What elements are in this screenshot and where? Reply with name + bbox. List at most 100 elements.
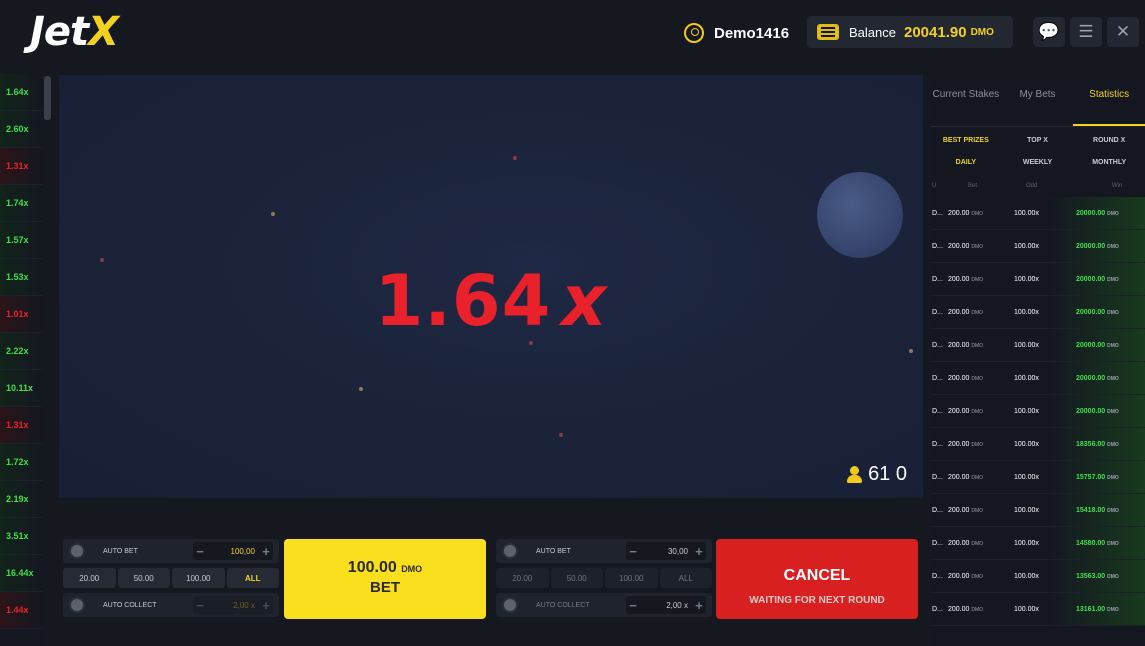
history-item[interactable]: 1.74x — [0, 185, 42, 222]
quick-amount-all-button[interactable]: ALL — [226, 568, 279, 588]
bet-amount-stepper[interactable]: − 100,00 + — [193, 542, 273, 560]
history-item[interactable]: 1.31x — [0, 407, 42, 444]
tab-my-bets[interactable]: My Bets — [1002, 74, 1074, 126]
table-header: U Bet Odd Win — [930, 175, 1145, 197]
plus-icon[interactable]: + — [259, 544, 273, 559]
table-row: D... 200.00 DMO 100.00x 15418.00 DMO — [930, 494, 1145, 527]
auto-collect-row: AUTO COLLECT − 2,00 x + — [63, 593, 279, 617]
period-tabs: DAILY WEEKLY MONTHLY — [930, 153, 1145, 173]
table-row: D... 200.00 DMO 100.00x 18356.00 DMO — [930, 428, 1145, 461]
auto-collect-stepper[interactable]: − 2,00 x + — [626, 596, 706, 614]
history-item[interactable]: 2.60x — [0, 111, 42, 148]
cell-currency: DMO — [1107, 375, 1119, 382]
cell-currency: DMO — [1107, 342, 1119, 349]
history-item[interactable]: 1.72x — [0, 444, 42, 481]
balance-currency: DMO — [970, 26, 994, 38]
history-item[interactable]: 1.44x — [0, 592, 42, 629]
cell-currency: DMO — [971, 507, 984, 514]
cell-odd: 100.00x — [1014, 506, 1039, 514]
user-info[interactable]: Demo1416 — [684, 21, 789, 45]
cell-currency: DMO — [971, 606, 984, 613]
auto-bet-toggle[interactable] — [502, 543, 518, 559]
quick-amount-button[interactable]: 20.00 — [63, 568, 116, 588]
minus-icon[interactable]: − — [626, 544, 640, 559]
period-weekly[interactable]: WEEKLY — [1002, 153, 1074, 173]
subtab-top-x[interactable]: TOP X — [1002, 131, 1074, 151]
plus-icon[interactable]: + — [692, 598, 706, 613]
cell-odd: 100.00x — [1014, 242, 1039, 250]
chat-button[interactable]: 💬 — [1033, 17, 1065, 47]
history-item[interactable]: 3.51x — [0, 518, 42, 555]
auto-collect-toggle[interactable] — [502, 597, 518, 613]
cell-currency: DMO — [1107, 507, 1119, 514]
history-item[interactable]: 1.64x — [0, 74, 42, 111]
quick-amounts: 20.00 50.00 100.00 ALL — [496, 568, 712, 588]
history-item[interactable]: 10.11x — [0, 370, 42, 407]
history-item[interactable]: 1.31x — [0, 148, 42, 185]
bet-amount-value[interactable]: 100,00 — [207, 547, 259, 556]
cell-win: 20000.00 DMO — [1068, 276, 1145, 283]
auto-bet-toggle[interactable] — [69, 543, 85, 559]
quick-amount-button[interactable]: 50.00 — [117, 568, 170, 588]
cell-odd: 100.00x — [1014, 275, 1039, 283]
cell-win: 18356.00 DMO — [1068, 441, 1145, 448]
cell-bet-value: 200.00 — [948, 242, 970, 250]
quick-amount-button[interactable]: 50.00 — [550, 568, 603, 588]
stats-table-body: D... 200.00 DMO 100.00x 20000.00 DMO D... 200… — [930, 197, 1145, 626]
table-row: D... 200.00 DMO 100.00x 15757.00 DMO — [930, 461, 1145, 494]
tab-statistics[interactable]: Statistics — [1073, 74, 1145, 126]
quick-amount-button[interactable]: 100.00 — [172, 568, 225, 588]
close-button[interactable]: ✕ — [1107, 17, 1139, 47]
auto-collect-toggle[interactable] — [69, 597, 85, 613]
history-item[interactable]: 2.19x — [0, 481, 42, 518]
quick-amount-button[interactable]: 20.00 — [496, 568, 549, 588]
cell-bet: 200.00 DMO — [948, 540, 1008, 547]
cell-bet: 200.00 DMO — [948, 441, 1008, 448]
bet-amount-value[interactable]: 30,00 — [640, 547, 692, 556]
bet-button[interactable]: 100.00 DMO BET — [284, 539, 486, 619]
history-item[interactable]: 16.44x — [0, 555, 42, 592]
history-item[interactable]: 1.53x — [0, 259, 42, 296]
chat-icon: 💬 — [1038, 22, 1060, 41]
period-monthly[interactable]: MONTHLY — [1073, 153, 1145, 173]
minus-icon[interactable]: − — [193, 544, 207, 559]
cell-currency: DMO — [971, 276, 984, 283]
history-scrollbar[interactable] — [44, 76, 51, 120]
cell-user: D... — [932, 506, 943, 514]
history-item[interactable]: 1.01x — [0, 296, 42, 333]
bet-button-currency: DMO — [401, 564, 423, 574]
tab-current-stakes[interactable]: Current Stakes — [930, 74, 1002, 126]
cell-win-value: 15757.00 — [1076, 473, 1106, 481]
history-item[interactable]: 2.22x — [0, 333, 42, 370]
cell-win: 20000.00 DMO — [1068, 243, 1145, 250]
collect-value[interactable]: 2,00 x — [207, 601, 259, 610]
table-row: D... 200.00 DMO 100.00x 20000.00 DMO — [930, 395, 1145, 428]
plus-icon[interactable]: + — [259, 598, 273, 613]
minus-icon[interactable]: − — [193, 598, 207, 613]
history-item[interactable]: 1.57x — [0, 222, 42, 259]
menu-button[interactable]: ☰ — [1070, 17, 1102, 47]
subtab-best-prizes[interactable]: BEST PRIZES — [930, 131, 1002, 151]
cell-win-value: 20000.00 — [1076, 341, 1106, 349]
cell-currency: DMO — [1107, 210, 1119, 217]
minus-icon[interactable]: − — [626, 598, 640, 613]
auto-collect-stepper[interactable]: − 2,00 x + — [193, 596, 273, 614]
quick-amount-button[interactable]: 100.00 — [605, 568, 658, 588]
collect-value[interactable]: 2,00 x — [640, 601, 692, 610]
quick-amount-all-button[interactable]: ALL — [659, 568, 712, 588]
cell-bet-value: 200.00 — [948, 605, 970, 613]
cell-currency: DMO — [1107, 243, 1119, 250]
star — [271, 212, 275, 216]
subtab-round-x[interactable]: ROUND X — [1073, 131, 1145, 151]
cell-currency: DMO — [1107, 441, 1119, 448]
table-row: D... 200.00 DMO 100.00x 20000.00 DMO — [930, 230, 1145, 263]
collect-suffix: x — [251, 600, 255, 610]
cell-user: D... — [932, 209, 943, 217]
cancel-button[interactable]: CANCEL WAITING FOR NEXT ROUND — [716, 539, 918, 619]
auto-bet-label: AUTO BET — [536, 547, 571, 555]
bet-amount-stepper[interactable]: − 30,00 + — [626, 542, 706, 560]
players-value: 61 0 — [868, 463, 907, 485]
period-daily[interactable]: DAILY — [930, 153, 1002, 173]
multiplier-value: 1.64 — [374, 260, 552, 342]
plus-icon[interactable]: + — [692, 544, 706, 559]
